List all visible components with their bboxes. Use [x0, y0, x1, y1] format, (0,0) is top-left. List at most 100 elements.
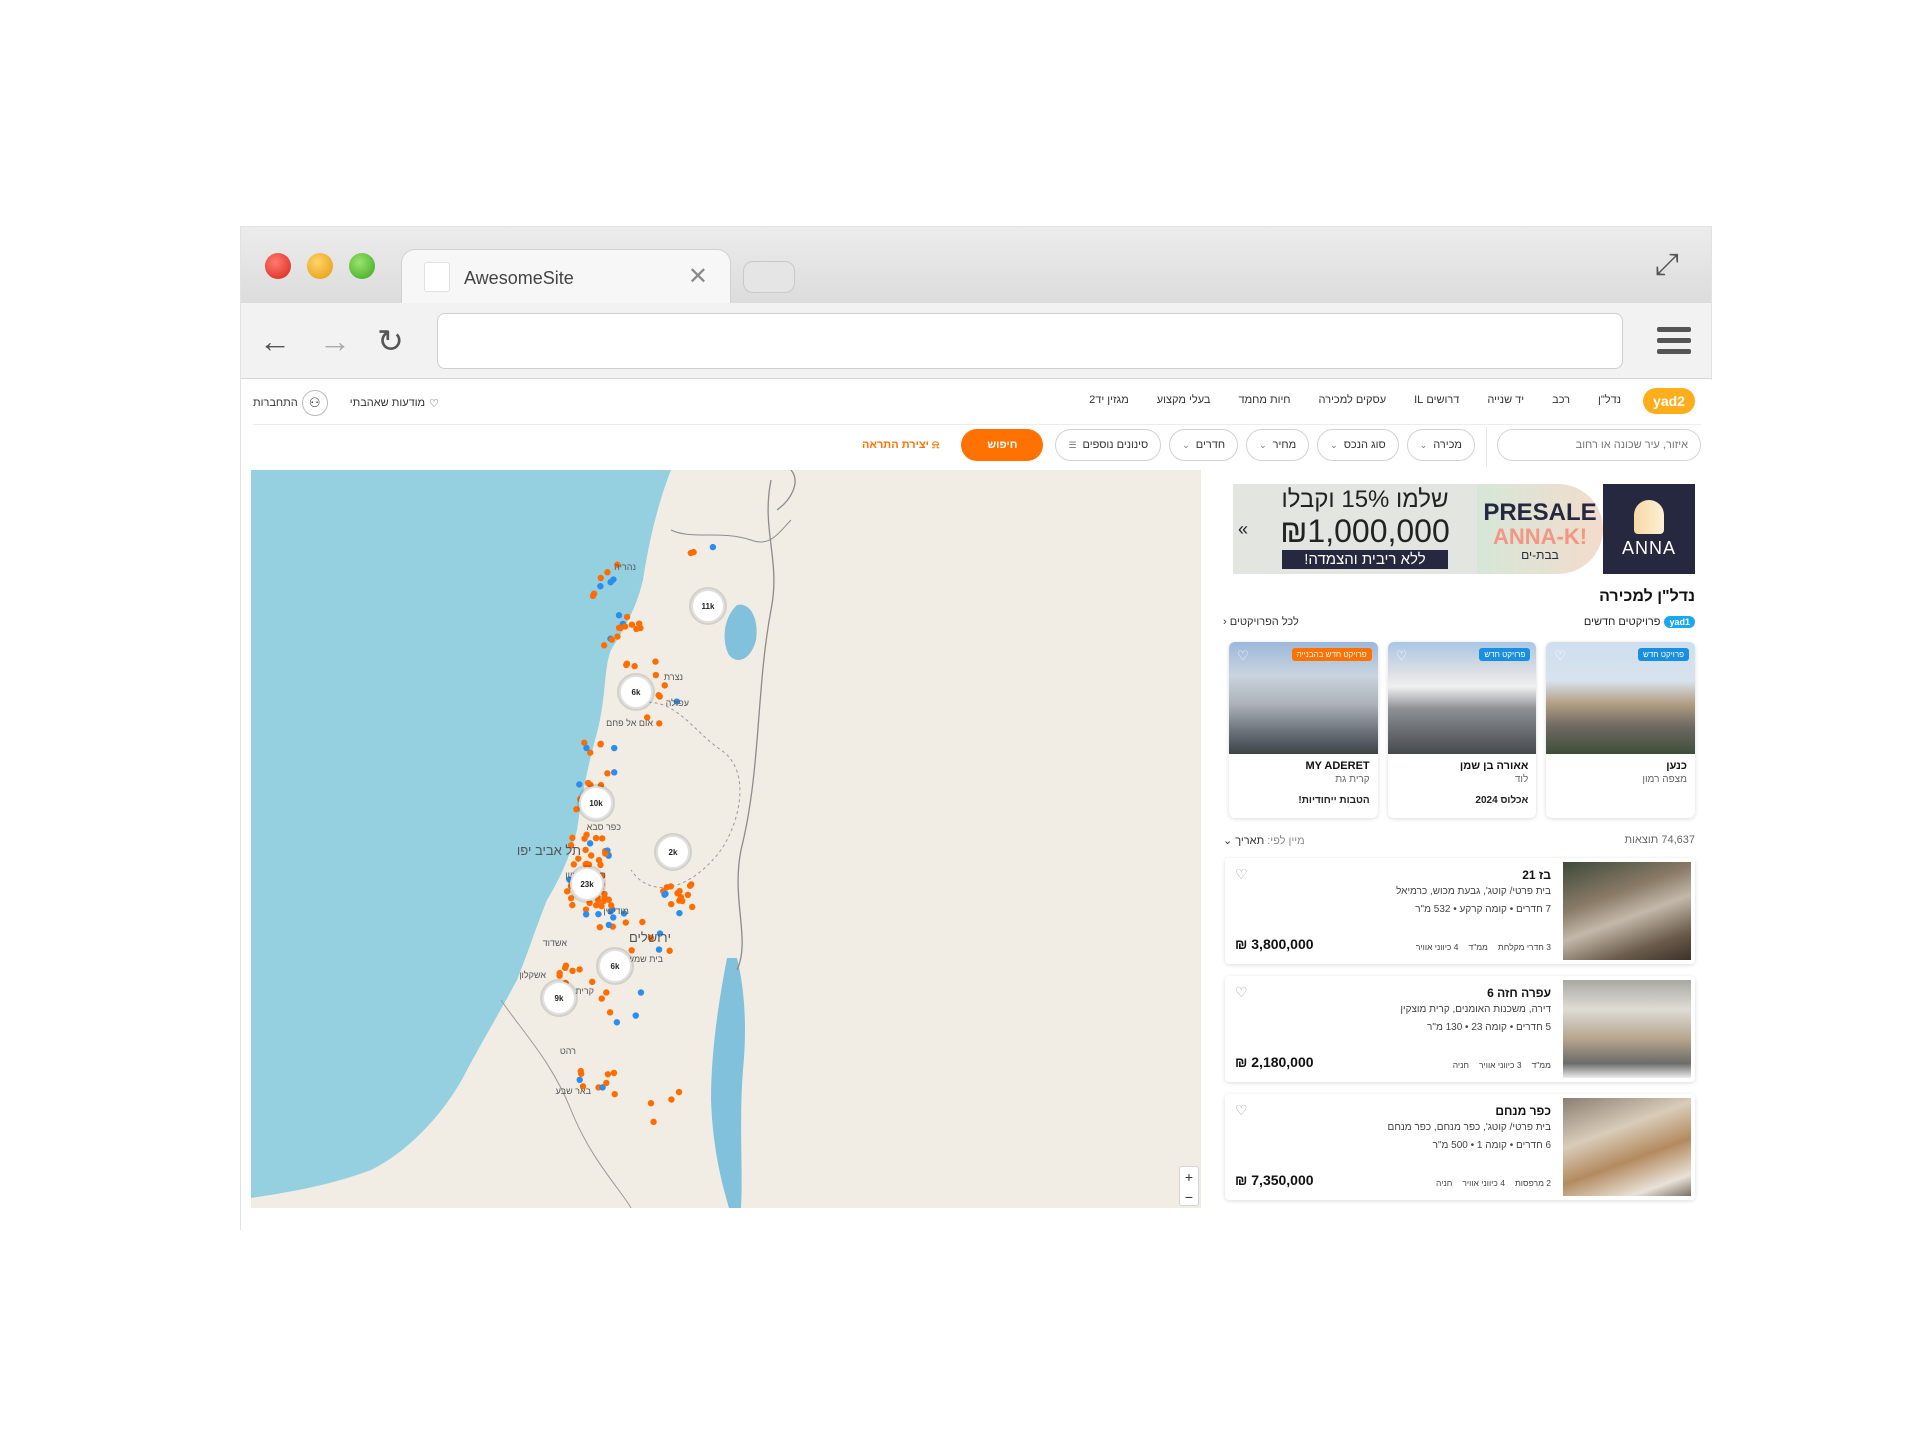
- reload-icon[interactable]: ↻: [377, 321, 404, 361]
- listing-card[interactable]: בז 21 בית פרטי/ קוטג', גבעת מכוש, כרמיאל…: [1225, 858, 1695, 964]
- maximize-window-button[interactable]: [349, 253, 375, 279]
- listing-marker[interactable]: [570, 861, 578, 868]
- listing-marker[interactable]: [577, 1070, 585, 1077]
- nav-link-vehicles[interactable]: רכב: [1552, 394, 1570, 406]
- listing-marker[interactable]: [647, 1100, 655, 1107]
- forward-arrow-icon[interactable]: →: [319, 321, 351, 361]
- nav-link-business[interactable]: עסקים למכירה: [1319, 394, 1387, 406]
- ad-banner[interactable]: « שלמו 15% וקבלו ₪1,000,000 ללא ריבית וה…: [1233, 484, 1695, 574]
- listing-marker[interactable]: [615, 612, 623, 619]
- listing-marker[interactable]: [611, 1090, 618, 1098]
- more-filters-button[interactable]: סינונים נוספים☰: [1055, 429, 1162, 461]
- address-bar[interactable]: [437, 313, 1623, 369]
- cluster-marker[interactable]: 6k: [617, 673, 655, 711]
- heart-icon[interactable]: ♡: [1396, 648, 1408, 664]
- listing-marker[interactable]: [613, 1019, 621, 1026]
- listing-marker[interactable]: [605, 921, 613, 929]
- listing-marker[interactable]: [596, 923, 604, 931]
- expand-icon[interactable]: ⤢: [1655, 249, 1687, 281]
- listing-marker[interactable]: [583, 744, 590, 752]
- filter-property-type[interactable]: סוג הנכס⌄: [1317, 429, 1399, 461]
- heart-icon[interactable]: ♡: [1235, 1102, 1248, 1119]
- project-card[interactable]: פרויקט חדש ♡ אאורה בן שמן לוד אכלוס 2024: [1387, 642, 1537, 818]
- listing-marker[interactable]: [689, 903, 696, 911]
- listing-marker[interactable]: [614, 633, 621, 640]
- listing-marker[interactable]: [595, 910, 602, 918]
- listing-marker[interactable]: [611, 744, 618, 752]
- zoom-out-button[interactable]: −: [1180, 1187, 1198, 1207]
- listing-marker[interactable]: [615, 624, 623, 632]
- listing-marker[interactable]: [663, 884, 670, 891]
- listing-marker[interactable]: [592, 834, 600, 842]
- listing-marker[interactable]: [597, 574, 604, 582]
- listing-marker[interactable]: [668, 1096, 675, 1103]
- heart-icon[interactable]: ♡: [1237, 648, 1249, 664]
- heart-icon[interactable]: ♡: [1235, 984, 1248, 1001]
- listing-card[interactable]: כפר מנחם בית פרטי/ קוטג', כפר מנחם, כפר …: [1225, 1094, 1695, 1200]
- browser-tab[interactable]: AwesomeSite ✕: [401, 249, 731, 305]
- cluster-marker[interactable]: 23k: [568, 865, 606, 903]
- heart-icon[interactable]: ♡: [1235, 866, 1248, 883]
- listing-card[interactable]: עפרה חזה 6 דירה, משכנות האומנים, קרית מו…: [1225, 976, 1695, 1082]
- listing-marker[interactable]: [631, 662, 638, 670]
- cluster-marker[interactable]: 11k: [689, 587, 727, 625]
- listing-marker[interactable]: [608, 636, 616, 643]
- listing-marker[interactable]: [589, 592, 597, 600]
- listing-marker[interactable]: [684, 891, 692, 899]
- listing-marker[interactable]: [606, 1009, 614, 1016]
- nav-link-secondhand[interactable]: יד שנייה: [1487, 394, 1524, 406]
- listing-marker[interactable]: [655, 946, 663, 953]
- nav-link-jobs[interactable]: דרושים IL: [1414, 394, 1459, 406]
- site-logo[interactable]: yad2: [1643, 388, 1695, 414]
- listing-marker[interactable]: [628, 947, 635, 954]
- listing-marker[interactable]: [656, 720, 663, 727]
- listing-marker[interactable]: [611, 769, 618, 776]
- heart-icon[interactable]: ♡: [1554, 648, 1566, 664]
- listing-marker[interactable]: [587, 852, 595, 859]
- tab-close-icon[interactable]: ✕: [688, 262, 708, 291]
- listing-marker[interactable]: [623, 661, 630, 669]
- listing-marker[interactable]: [650, 1118, 657, 1126]
- listing-marker[interactable]: [582, 846, 589, 854]
- listing-marker[interactable]: [604, 1071, 612, 1078]
- listing-marker[interactable]: [605, 896, 612, 903]
- listing-marker[interactable]: [576, 966, 583, 973]
- back-arrow-icon[interactable]: ←: [259, 321, 291, 361]
- listing-marker[interactable]: [597, 582, 604, 590]
- login-link[interactable]: התחברות ⚇: [253, 390, 328, 416]
- new-tab-button[interactable]: [743, 261, 795, 293]
- filter-rooms[interactable]: חדרים⌄: [1169, 429, 1239, 461]
- listing-marker[interactable]: [576, 1076, 583, 1084]
- listing-marker[interactable]: [597, 741, 604, 748]
- listing-marker[interactable]: [709, 543, 717, 551]
- nav-link-magazine[interactable]: מגזין יד2: [1089, 394, 1129, 406]
- listing-marker[interactable]: [595, 856, 603, 864]
- listing-marker[interactable]: [666, 947, 673, 954]
- favorites-link[interactable]: מודעות שאהבתי ♡: [350, 397, 439, 410]
- cluster-marker[interactable]: 10k: [577, 784, 615, 822]
- listing-marker[interactable]: [602, 850, 609, 857]
- nav-link-realestate[interactable]: נדל"ן: [1598, 394, 1621, 406]
- listing-marker[interactable]: [676, 909, 683, 917]
- listing-marker[interactable]: [622, 919, 629, 926]
- listing-marker[interactable]: [604, 569, 611, 576]
- listing-marker[interactable]: [589, 978, 596, 986]
- close-window-button[interactable]: [265, 253, 291, 279]
- cluster-marker[interactable]: 6k: [596, 947, 634, 985]
- listing-marker[interactable]: [623, 613, 631, 621]
- double-chevron-icon[interactable]: «: [1233, 484, 1253, 574]
- listing-marker[interactable]: [661, 682, 668, 689]
- listing-marker[interactable]: [610, 576, 617, 583]
- listing-marker[interactable]: [688, 881, 695, 888]
- search-button[interactable]: חיפוש: [961, 429, 1044, 461]
- cluster-marker[interactable]: 2k: [654, 833, 692, 871]
- listing-marker[interactable]: [581, 835, 588, 842]
- hamburger-menu-icon[interactable]: [1657, 327, 1691, 355]
- listing-marker[interactable]: [676, 887, 683, 895]
- listing-marker[interactable]: [599, 835, 606, 842]
- nav-link-professionals[interactable]: בעלי מקצוע: [1157, 394, 1211, 406]
- listing-marker[interactable]: [576, 781, 583, 788]
- listing-marker[interactable]: [656, 693, 663, 700]
- map-canvas[interactable]: נהריה נצרת עפולה אום אל פחם כפר סבא תל אביב י…: [251, 470, 1201, 1208]
- project-card[interactable]: פרויקט חדש ♡ כנען מצפה רמון: [1546, 642, 1695, 818]
